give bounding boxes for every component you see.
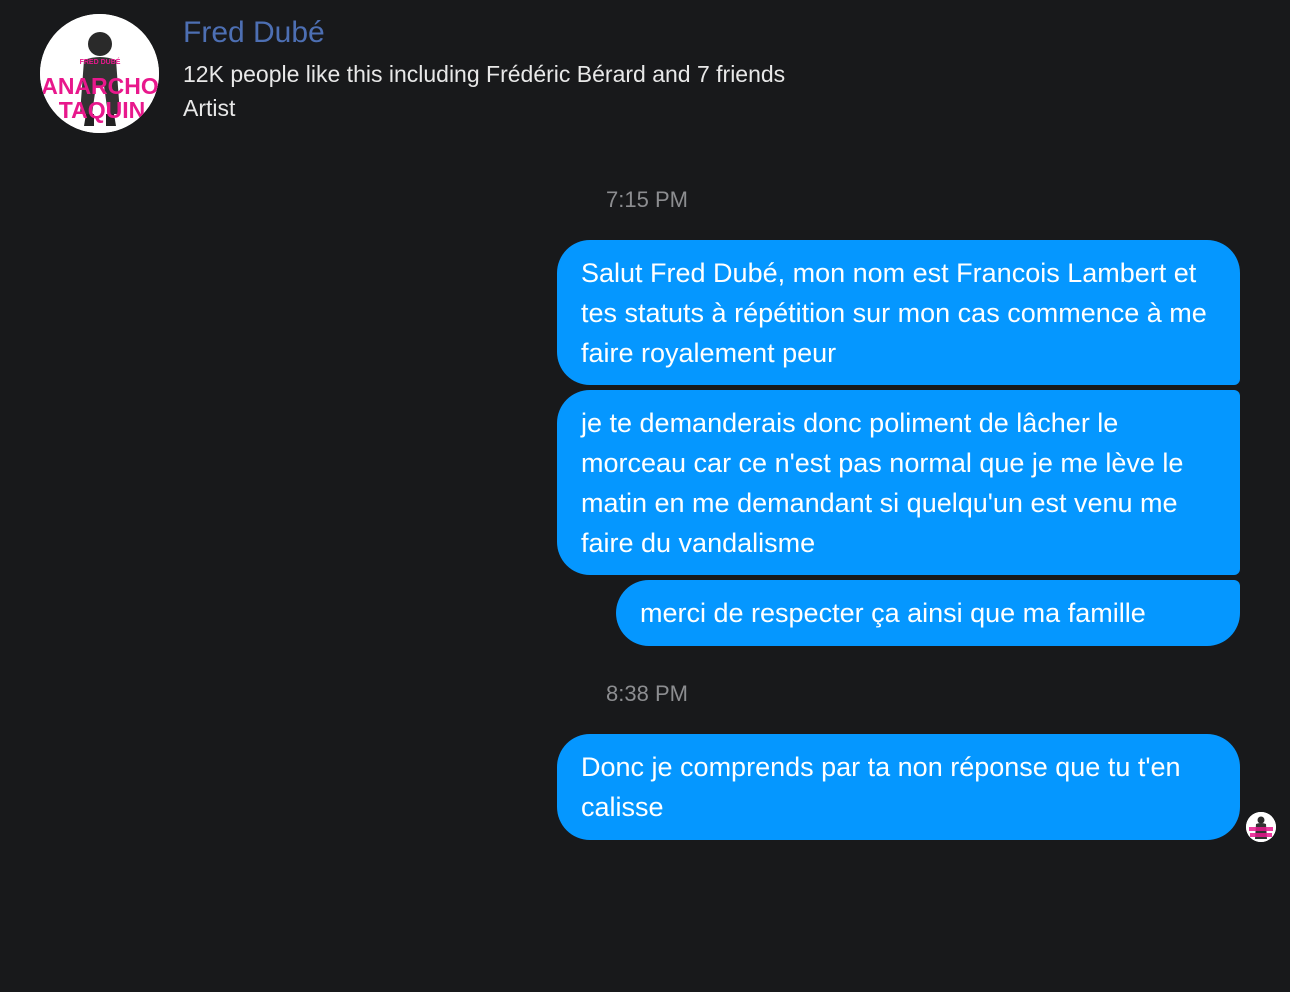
page-category: Artist bbox=[183, 95, 236, 121]
messenger-conversation: FRED DUBÉ ANARCHO TAQUIN Fred Dubé 12K p… bbox=[0, 0, 1290, 992]
message-bubble[interactable]: Donc je comprends par ta non réponse que… bbox=[557, 734, 1240, 840]
avatar-text-line2: TAQUIN bbox=[59, 97, 145, 123]
avatar-text-line1: ANARCHO bbox=[41, 73, 159, 99]
timestamp-1: 7:15 PM bbox=[606, 187, 688, 212]
message-bubble[interactable]: Salut Fred Dubé, mon nom est Francois La… bbox=[557, 240, 1240, 385]
page-avatar[interactable]: FRED DUBÉ ANARCHO TAQUIN bbox=[40, 14, 159, 133]
avatar-image-icon: FRED DUBÉ ANARCHO TAQUIN bbox=[40, 14, 159, 133]
timestamp-2: 8:38 PM bbox=[606, 681, 688, 706]
avatar-text-top: FRED DUBÉ bbox=[80, 57, 121, 66]
message-bubble[interactable]: merci de respecter ça ainsi que ma famil… bbox=[616, 580, 1240, 646]
page-name[interactable]: Fred Dubé bbox=[183, 15, 325, 51]
seen-avatar bbox=[1246, 812, 1276, 842]
message-bubble[interactable]: je te demanderais donc poliment de lâche… bbox=[557, 390, 1240, 575]
seen-avatar-icon bbox=[1246, 812, 1276, 842]
page-likes-summary: 12K people like this including Frédéric … bbox=[183, 61, 786, 87]
